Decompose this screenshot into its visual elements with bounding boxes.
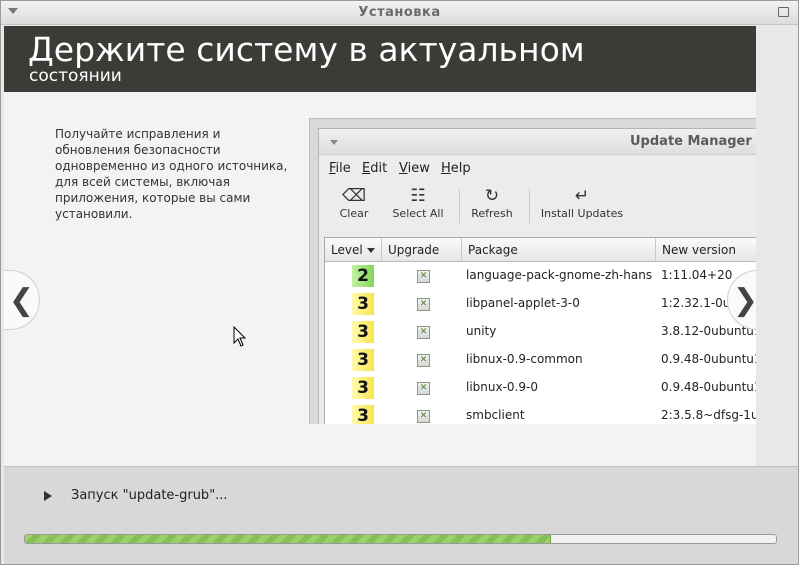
menu-item[interactable]: Help: [441, 161, 471, 176]
progress-fill: [25, 535, 551, 543]
upgrade-checkbox[interactable]: ✕: [417, 354, 430, 367]
package-name: smbclient: [466, 408, 525, 422]
title-bar[interactable]: Установка: [1, 1, 798, 25]
window-title: Установка: [358, 5, 441, 20]
package-name: libnux-0.9-0: [466, 380, 538, 394]
package-version: 0.9.48-0ubuntu1: [661, 352, 756, 366]
menu-item[interactable]: View: [399, 161, 430, 176]
level-badge: 2: [352, 265, 374, 287]
toolbar-button-label: Install Updates: [540, 207, 624, 220]
package-name: libnux-0.9-common: [466, 352, 583, 366]
package-version: 1:11.04+20: [661, 268, 733, 282]
window-menu-icon: [330, 140, 338, 145]
install-icon: ↵: [574, 186, 590, 206]
update-manager-title: Update Manager: [630, 134, 752, 149]
status-text: Запуск "update-grub"...: [71, 488, 228, 503]
progress-bar: [24, 534, 777, 544]
slide-subtitle: состоянии: [29, 66, 122, 86]
maximize-icon[interactable]: [778, 7, 789, 17]
level-badge: 3: [352, 377, 374, 399]
slide-description: Получайте исправления и обновления безоп…: [55, 127, 288, 221]
toolbar-button-label: Select All: [392, 207, 444, 220]
slide-screenshot: Update Manager File Edit View Help ⌫ Clear ☷ S…: [309, 118, 756, 424]
menu-bar: File Edit View Help: [319, 157, 756, 179]
toolbar-button-label: Refresh: [471, 207, 513, 220]
slideshow-panel: Держите систему в актуальном состоянии П…: [4, 26, 756, 466]
column-header-new-version[interactable]: New version: [656, 238, 756, 262]
sort-down-icon: [366, 248, 375, 253]
upgrade-checkbox[interactable]: ✕: [417, 270, 430, 283]
table-row[interactable]: 3 ✕ smbclient 2:3.5.8~dfsg-1u: [325, 402, 756, 424]
toolbar-button-label: Clear: [339, 207, 369, 220]
play-icon: [44, 491, 52, 501]
table-row[interactable]: 3 ✕ libnux-0.9-common 0.9.48-0ubuntu1: [325, 346, 756, 374]
package-table: Level Upgrade Package New version 2 ✕ lang…: [324, 237, 756, 424]
table-row[interactable]: 3 ✕ unity 3.8.12-0ubuntu1: [325, 318, 756, 346]
update-manager-titlebar: Update Manager: [319, 129, 756, 155]
package-version: 2:3.5.8~dfsg-1u: [661, 408, 756, 422]
menu-item[interactable]: Edit: [362, 161, 387, 176]
toolbar-button-clear[interactable]: ⌫ Clear: [339, 185, 369, 220]
refresh-icon: ↻: [484, 186, 500, 206]
upgrade-checkbox[interactable]: ✕: [417, 382, 430, 395]
upgrade-checkbox[interactable]: ✕: [417, 326, 430, 339]
level-badge: 3: [352, 405, 374, 424]
clear-icon: ⌫: [341, 186, 367, 206]
table-row[interactable]: 2 ✕ language-pack-gnome-zh-hans 1:11.04+20: [325, 262, 756, 290]
toolbar-button-refresh[interactable]: ↻ Refresh: [469, 185, 515, 220]
package-version: 0.9.48-0ubuntu1: [661, 380, 756, 394]
level-badge: 3: [352, 349, 374, 371]
previous-slide-button[interactable]: ❮: [4, 270, 40, 330]
installer-window: Установка Держите систему в актуальном с…: [0, 0, 799, 565]
toolbar-separator: [529, 189, 530, 223]
toolbar: ⌫ Clear ☷ Select All ↻ Refresh ↵ Install Update…: [319, 181, 756, 233]
column-header-upgrade[interactable]: Upgrade: [382, 238, 462, 262]
column-header-package[interactable]: Package: [462, 238, 656, 262]
table-header: Level Upgrade Package New version: [325, 238, 756, 262]
table-row[interactable]: 3 ✕ libpanel-applet-3-0 1:2.32.1-0ubuntu: [325, 290, 756, 318]
slide-title: Держите систему в актуальном: [28, 30, 585, 69]
package-name: unity: [466, 324, 497, 338]
menu-item[interactable]: File: [329, 161, 351, 176]
select-all-icon: ☷: [410, 186, 426, 206]
level-badge: 3: [352, 293, 374, 315]
slide-header: Держите систему в актуальном состоянии: [4, 26, 756, 92]
table-row[interactable]: 3 ✕ libnux-0.9-0 0.9.48-0ubuntu1: [325, 374, 756, 402]
mouse-pointer-icon: [233, 326, 247, 347]
column-header-level[interactable]: Level: [325, 238, 382, 262]
toolbar-button-select-all[interactable]: ☷ Select All: [391, 185, 445, 220]
status-area: Запуск "update-grub"...: [4, 466, 798, 564]
level-badge: 3: [352, 321, 374, 343]
toolbar-separator: [459, 189, 460, 223]
upgrade-checkbox[interactable]: ✕: [417, 298, 430, 311]
toolbar-button-install-updates[interactable]: ↵ Install Updates: [539, 185, 625, 220]
update-manager-window: Update Manager File Edit View Help ⌫ Clear ☷ S…: [318, 128, 756, 424]
package-name: language-pack-gnome-zh-hans: [466, 268, 653, 282]
package-name: libpanel-applet-3-0: [466, 296, 580, 310]
upgrade-checkbox[interactable]: ✕: [417, 410, 430, 423]
